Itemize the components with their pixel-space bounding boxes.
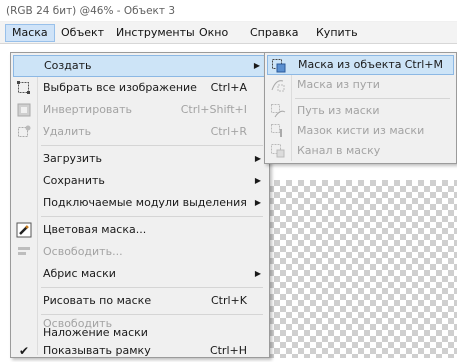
menu-item-shortcut: Ctrl+A: [210, 81, 247, 94]
menu-item-shortcut: Ctrl+K: [210, 294, 247, 307]
menu-item-label: Создать: [44, 59, 92, 72]
menu-mask-label: Маска: [12, 26, 48, 39]
menu-window-label: Окно: [199, 26, 229, 39]
path-from-mask-icon: [270, 103, 286, 119]
menu-item-label: Рисовать по маске: [43, 294, 152, 307]
menu-item-color-mask[interactable]: Цветовая маска...: [13, 219, 267, 241]
submenu-item-mask-from-object[interactable]: Маска из объекта Ctrl+M: [267, 55, 454, 75]
submenu-arrow-icon: ▶: [254, 154, 262, 163]
brush-stroke-icon: [270, 123, 286, 139]
menu-item-label: Удалить: [43, 125, 92, 138]
submenu-item-label: Маска из объекта: [298, 58, 402, 71]
menu-item-label: Загрузить: [43, 152, 102, 165]
submenu-item-label: Мазок кисти из маски: [297, 124, 425, 137]
check-icon: ✔: [18, 344, 30, 358]
menu-item-label: Подключаемые модули выделения: [43, 196, 247, 209]
mask-from-path-icon: [270, 77, 286, 93]
submenu-arrow-icon: ▶: [254, 176, 262, 185]
menu-item-save[interactable]: Сохранить ▶: [13, 170, 267, 192]
menu-item-create[interactable]: Создать ▶: [13, 55, 267, 77]
window-title: (RGB 24 бит) @46% - Объект 3: [0, 0, 457, 22]
submenu-arrow-icon: ▶: [254, 198, 262, 207]
menu-item-label: Показывать рамку: [43, 344, 151, 357]
menu-buy[interactable]: Купить: [310, 24, 364, 42]
invert-mask-icon: [16, 102, 32, 118]
submenu-item-mask-from-path[interactable]: Маска из пути: [267, 75, 454, 95]
select-all-icon: [16, 80, 32, 96]
menu-item-show-marquee[interactable]: ✔ Показывать рамку Ctrl+H: [13, 340, 267, 362]
color-mask-icon: [16, 222, 32, 238]
menu-tools-label: Инструменты: [116, 26, 195, 39]
submenu-item-shortcut: Ctrl+M: [404, 58, 443, 71]
menu-buy-label: Купить: [316, 26, 358, 39]
menu-item-shortcut: Ctrl+H: [209, 344, 247, 357]
submenu-arrow-icon: ▶: [254, 269, 262, 278]
menu-separator: [41, 145, 263, 146]
menu-item-label: Выбрать все изображение: [43, 81, 197, 94]
menu-item-label: Цветовая маска...: [43, 223, 147, 236]
menu-mask[interactable]: Маска: [5, 24, 55, 42]
menu-item-label: Абрис маски: [43, 267, 116, 280]
transparent-canvas[interactable]: [268, 180, 457, 358]
channel-to-mask-icon: [270, 143, 286, 159]
mask-from-object-icon: [271, 58, 287, 74]
menu-item-shortcut: Ctrl+R: [210, 125, 247, 138]
menu-help[interactable]: Справка: [244, 24, 304, 42]
submenu-separator: [295, 98, 450, 99]
menu-item-shortcut: Ctrl+Shift+I: [180, 103, 247, 116]
menu-item-remove[interactable]: Удалить Ctrl+R: [13, 121, 267, 143]
menu-item-label: Инвертировать: [43, 103, 133, 116]
submenu-item-label: Путь из маски: [297, 104, 380, 117]
menu-object-label: Объект: [61, 26, 105, 39]
menu-separator: [41, 216, 263, 217]
menu-tools[interactable]: Инструменты: [110, 24, 201, 42]
menu-item-paint-on-mask[interactable]: Рисовать по маске Ctrl+K: [13, 290, 267, 312]
menu-object[interactable]: Объект: [55, 24, 110, 42]
menu-item-label: Освободить...: [43, 245, 123, 258]
submenu-item-label: Маска из пути: [297, 78, 380, 91]
menu-help-label: Справка: [250, 26, 299, 39]
submenu-arrow-icon: ▶: [253, 61, 261, 70]
create-submenu: Маска из объекта Ctrl+M Маска из пути Пу…: [264, 52, 457, 164]
menu-item-float-dialog[interactable]: Освободить...: [13, 241, 267, 263]
menu-item-invert[interactable]: Инвертировать Ctrl+Shift+I: [13, 99, 267, 121]
remove-mask-icon: [16, 124, 32, 140]
submenu-item-path-from-mask[interactable]: Путь из маски: [267, 101, 454, 121]
menu-item-load[interactable]: Загрузить ▶: [13, 148, 267, 170]
menu-bar: Маска Объект Инструменты Окно Справка Ку…: [0, 22, 457, 44]
menu-separator: [41, 287, 263, 288]
mask-menu: Создать ▶ Выбрать все изображение Ctrl+A…: [10, 52, 270, 358]
menu-window[interactable]: Окно: [193, 24, 234, 42]
submenu-item-label: Канал в маску: [297, 144, 381, 157]
submenu-item-channel-to-mask[interactable]: Канал в маску: [267, 141, 454, 161]
menu-item-selection-plugins[interactable]: Подключаемые модули выделения ▶: [13, 192, 267, 214]
menu-item-label: Сохранить: [43, 174, 105, 187]
float-icon: [16, 244, 32, 260]
menu-item-mask-outline[interactable]: Абрис маски ▶: [13, 263, 267, 285]
menu-item-select-all[interactable]: Выбрать все изображение Ctrl+A: [13, 77, 267, 99]
submenu-item-brush-stroke[interactable]: Мазок кисти из маски: [267, 121, 454, 141]
